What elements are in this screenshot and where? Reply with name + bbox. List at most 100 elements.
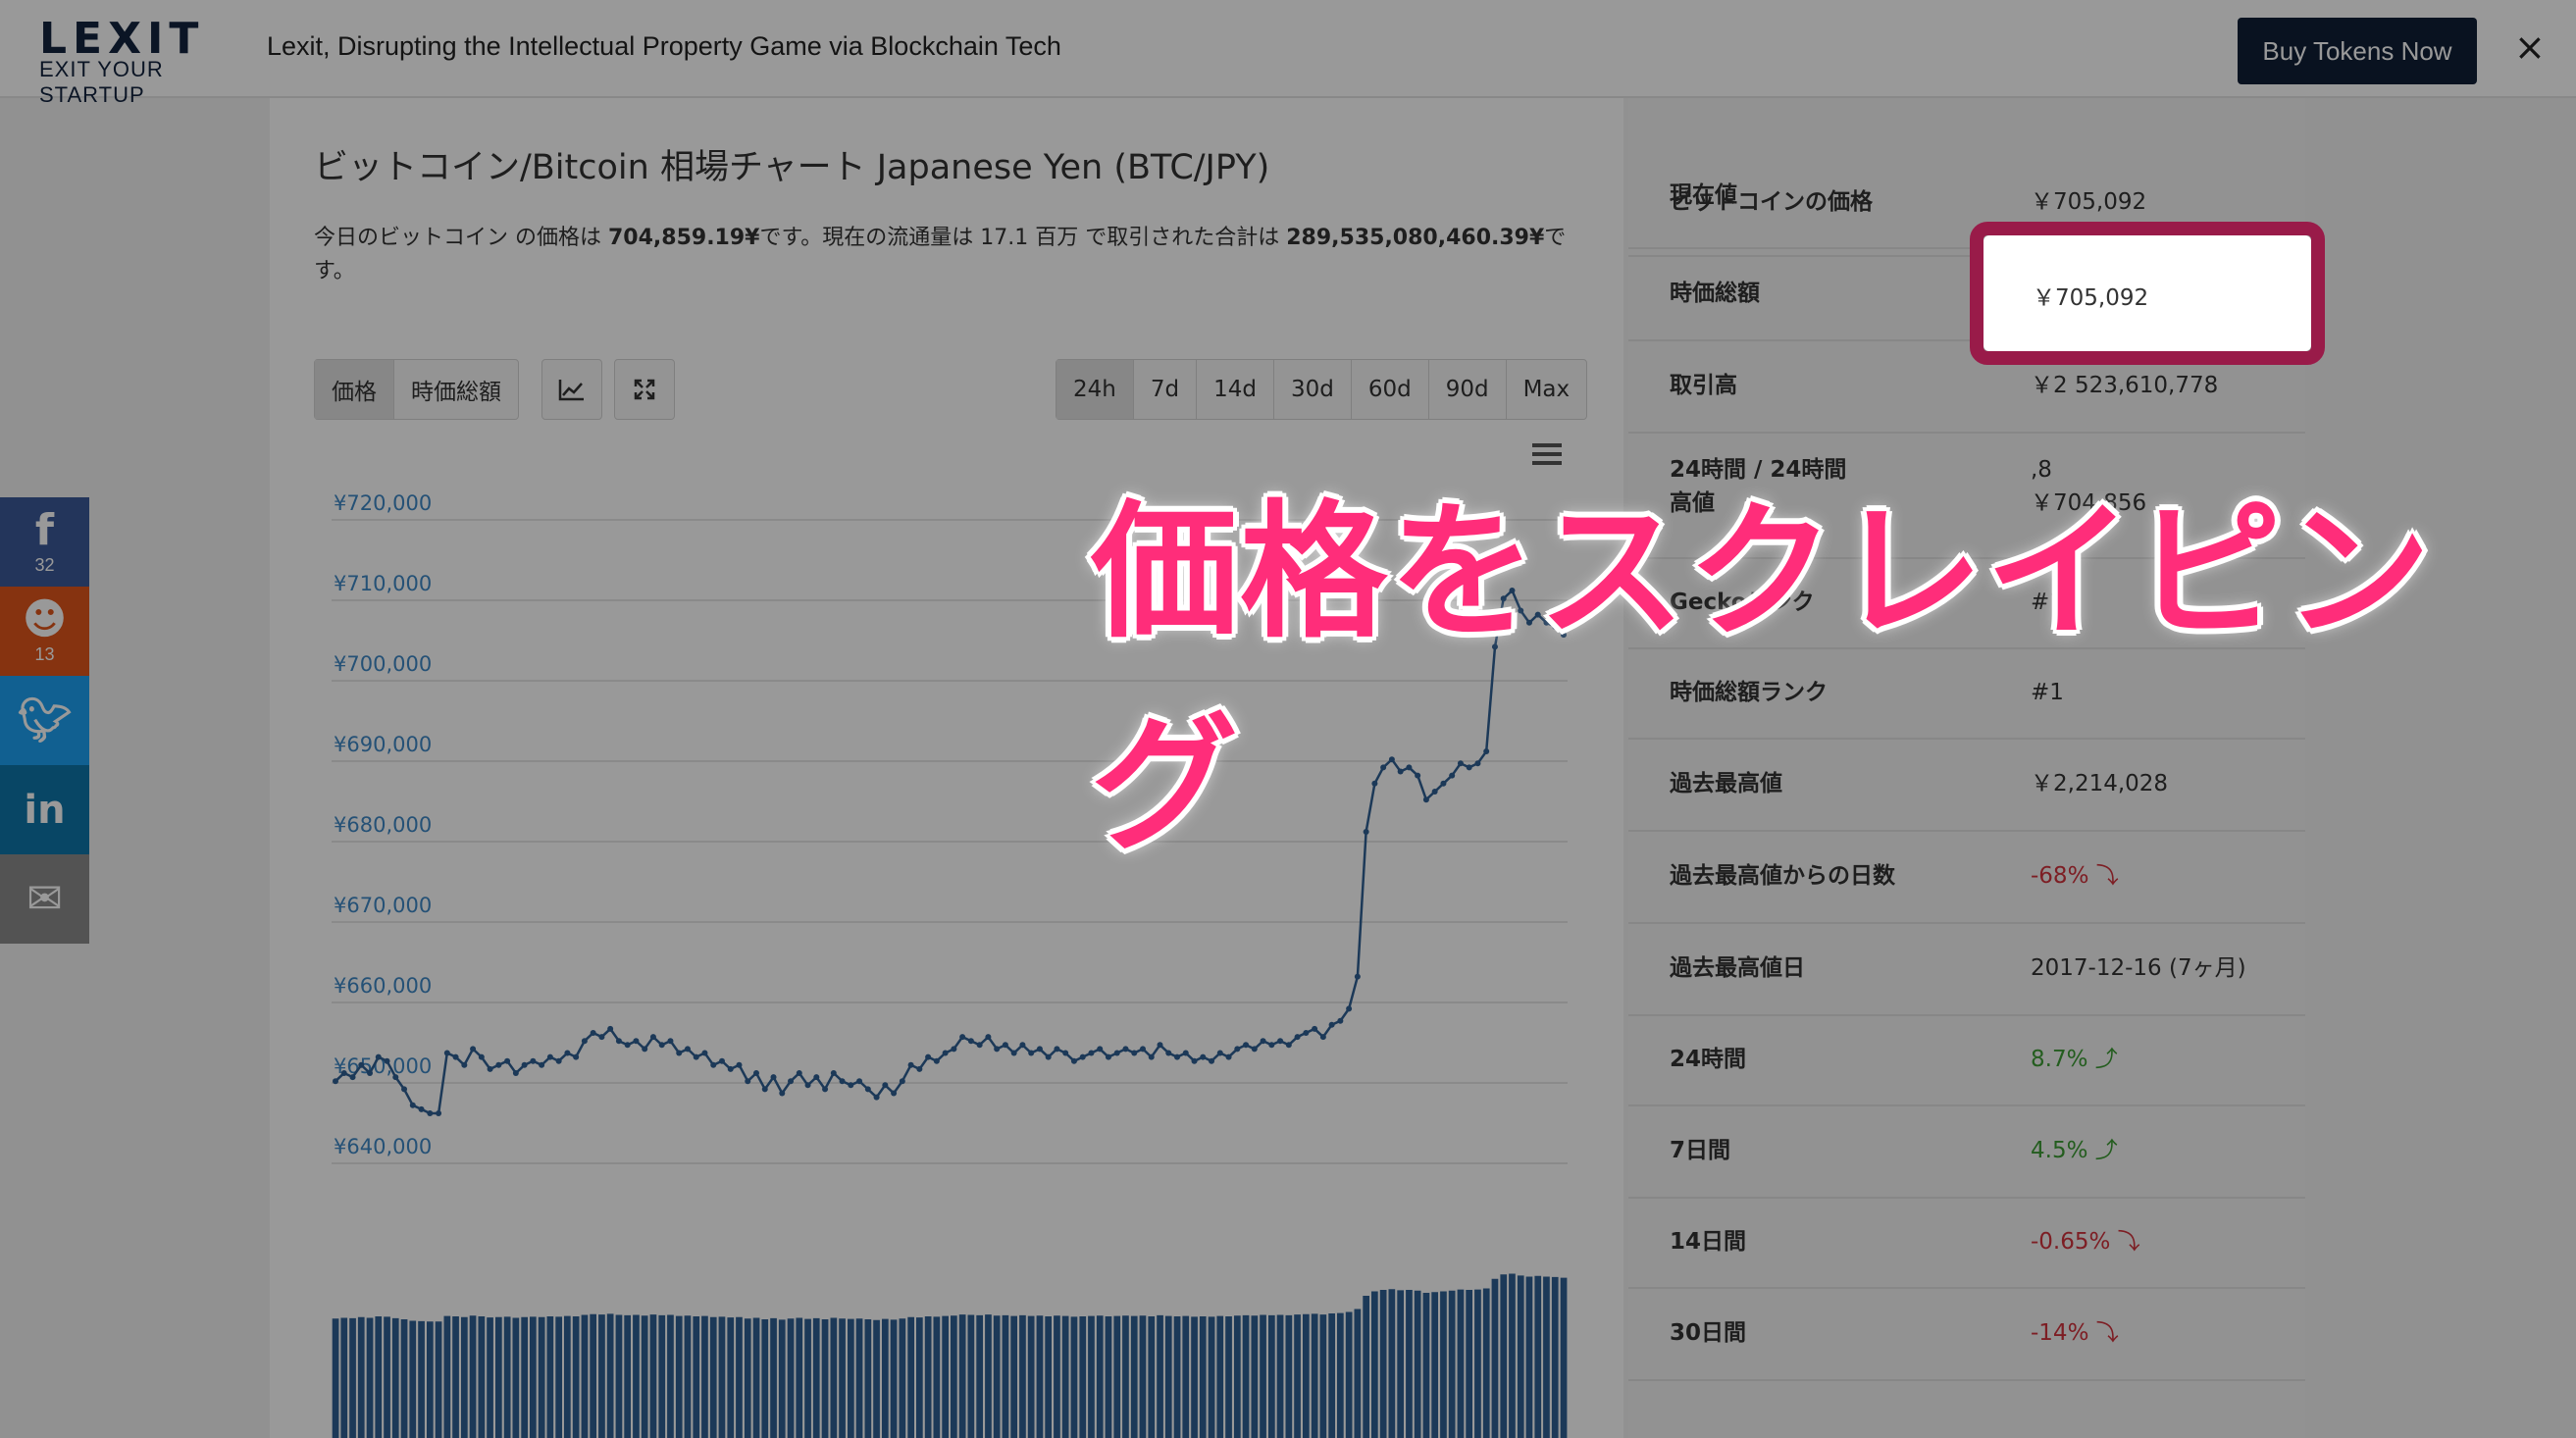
volume-bar bbox=[649, 1314, 657, 1438]
price-point bbox=[427, 1110, 434, 1116]
price-point bbox=[822, 1086, 829, 1093]
price-point bbox=[951, 1046, 957, 1053]
share-twitter-button[interactable]: 🐦︎ bbox=[0, 676, 89, 765]
volume-bar bbox=[521, 1316, 528, 1438]
share-reddit-button[interactable]: ☻ 13 bbox=[0, 587, 89, 676]
y-tick-label: ¥720,000 bbox=[334, 491, 432, 515]
share-facebook-button[interactable]: f 32 bbox=[0, 497, 89, 587]
price-point bbox=[710, 1061, 717, 1068]
price-point bbox=[1174, 1053, 1181, 1060]
volume-bar bbox=[1328, 1313, 1335, 1438]
share-email-button[interactable]: ✉ bbox=[0, 854, 89, 944]
volume-bar bbox=[882, 1318, 889, 1438]
volume-bar bbox=[1500, 1274, 1508, 1438]
stat-label: 24時間 bbox=[1670, 1047, 1747, 1072]
volume-bar bbox=[1363, 1296, 1369, 1438]
volume-bar bbox=[1164, 1315, 1172, 1438]
range-14d[interactable]: 14d bbox=[1197, 360, 1274, 419]
line-chart-button[interactable] bbox=[541, 359, 602, 420]
price-point bbox=[530, 1057, 537, 1064]
volume-bar bbox=[864, 1319, 872, 1438]
share-linkedin-button[interactable]: in bbox=[0, 765, 89, 854]
fullscreen-button[interactable] bbox=[614, 359, 675, 420]
range-60d[interactable]: 60d bbox=[1352, 360, 1429, 419]
volume-bar bbox=[976, 1314, 983, 1438]
range-30d[interactable]: 30d bbox=[1274, 360, 1352, 419]
price-point bbox=[1036, 1046, 1043, 1053]
stat-row: 30日間 -14% ⤵ bbox=[1628, 1287, 2305, 1381]
price-point bbox=[581, 1038, 588, 1045]
volume-bar bbox=[924, 1316, 932, 1438]
promo-banner: LEXIT EXIT YOUR STARTUP Lexit, Disruptin… bbox=[0, 0, 2576, 107]
volume-bar bbox=[598, 1314, 605, 1438]
volume-bar bbox=[1088, 1315, 1095, 1438]
price-point bbox=[436, 1110, 442, 1116]
price-point bbox=[796, 1070, 802, 1076]
range-24h[interactable]: 24h bbox=[1056, 360, 1134, 419]
trend-down-icon: ⤵ bbox=[2088, 1320, 2119, 1346]
price-point bbox=[1285, 1042, 1292, 1049]
price-point bbox=[384, 1057, 390, 1064]
price-point bbox=[1097, 1046, 1104, 1053]
volume-bar bbox=[487, 1317, 493, 1438]
buy-tokens-button[interactable]: Buy Tokens Now bbox=[2238, 18, 2477, 84]
volume-bar bbox=[899, 1318, 906, 1438]
volume-bar bbox=[1242, 1314, 1250, 1438]
price-point bbox=[409, 1102, 416, 1108]
price-point bbox=[676, 1050, 683, 1056]
price-point bbox=[649, 1034, 656, 1041]
price-point bbox=[1268, 1042, 1275, 1049]
volume-bar bbox=[427, 1321, 434, 1438]
price-point bbox=[856, 1078, 863, 1085]
volume-bar bbox=[839, 1318, 846, 1438]
range-7d[interactable]: 7d bbox=[1134, 360, 1198, 419]
price-point bbox=[1354, 973, 1361, 980]
volume-bar bbox=[1260, 1314, 1266, 1438]
volume-bar bbox=[1319, 1314, 1327, 1438]
volume-bar bbox=[821, 1319, 829, 1438]
market-cap-tab[interactable]: 時価総額 bbox=[394, 360, 518, 419]
y-tick-label: ¥670,000 bbox=[334, 894, 432, 917]
price-point bbox=[633, 1038, 640, 1045]
stat-value-text: 4.5% bbox=[2031, 1138, 2088, 1163]
volume-bar bbox=[538, 1316, 545, 1438]
price-point bbox=[1191, 1057, 1198, 1064]
volume-bar bbox=[503, 1316, 511, 1438]
volume-bar bbox=[332, 1318, 339, 1438]
stat-row: 7日間 4.5% ⤴ bbox=[1628, 1104, 2305, 1199]
range-max[interactable]: Max bbox=[1507, 360, 1587, 419]
price-point bbox=[1139, 1046, 1146, 1053]
price-point bbox=[461, 1061, 468, 1068]
volume-bar bbox=[435, 1321, 442, 1438]
price-point bbox=[658, 1042, 665, 1049]
price-point bbox=[770, 1074, 777, 1081]
range-90d[interactable]: 90d bbox=[1429, 360, 1507, 419]
close-icon[interactable]: × bbox=[2514, 26, 2546, 69]
price-summary: 今日のビットコイン の価格は 704,859.19¥です。現在の流通量は 17.… bbox=[314, 222, 1579, 288]
volume-bar bbox=[590, 1313, 596, 1438]
price-point bbox=[1303, 1030, 1310, 1036]
volume-bar bbox=[391, 1317, 399, 1438]
price-point bbox=[358, 1061, 365, 1068]
price-point bbox=[478, 1053, 485, 1060]
volume-bar bbox=[1173, 1316, 1181, 1438]
volume-bar bbox=[951, 1315, 957, 1438]
lexit-logo[interactable]: LEXIT EXIT YOUR STARTUP bbox=[39, 14, 245, 107]
time-range-selector: 24h 7d 14d 30d 60d 90d Max bbox=[1056, 359, 1588, 420]
price-point bbox=[994, 1046, 1001, 1053]
price-point bbox=[598, 1034, 605, 1041]
price-point bbox=[1105, 1053, 1111, 1060]
facebook-icon: f bbox=[34, 505, 55, 555]
volume-bar bbox=[633, 1314, 640, 1438]
volume-bar bbox=[855, 1318, 863, 1438]
volume-bar bbox=[1251, 1315, 1259, 1438]
price-point bbox=[804, 1082, 811, 1089]
volume-bar bbox=[1061, 1315, 1069, 1438]
price-point bbox=[873, 1094, 880, 1101]
stat-row: 過去最高値日 2017-12-16 (7ヶ月) bbox=[1628, 922, 2305, 1016]
price-tab[interactable]: 価格 bbox=[315, 360, 394, 419]
price-point bbox=[1328, 1021, 1335, 1028]
price-point bbox=[1319, 1034, 1326, 1041]
y-tick-label: ¥710,000 bbox=[334, 572, 432, 595]
price-point bbox=[418, 1105, 425, 1112]
